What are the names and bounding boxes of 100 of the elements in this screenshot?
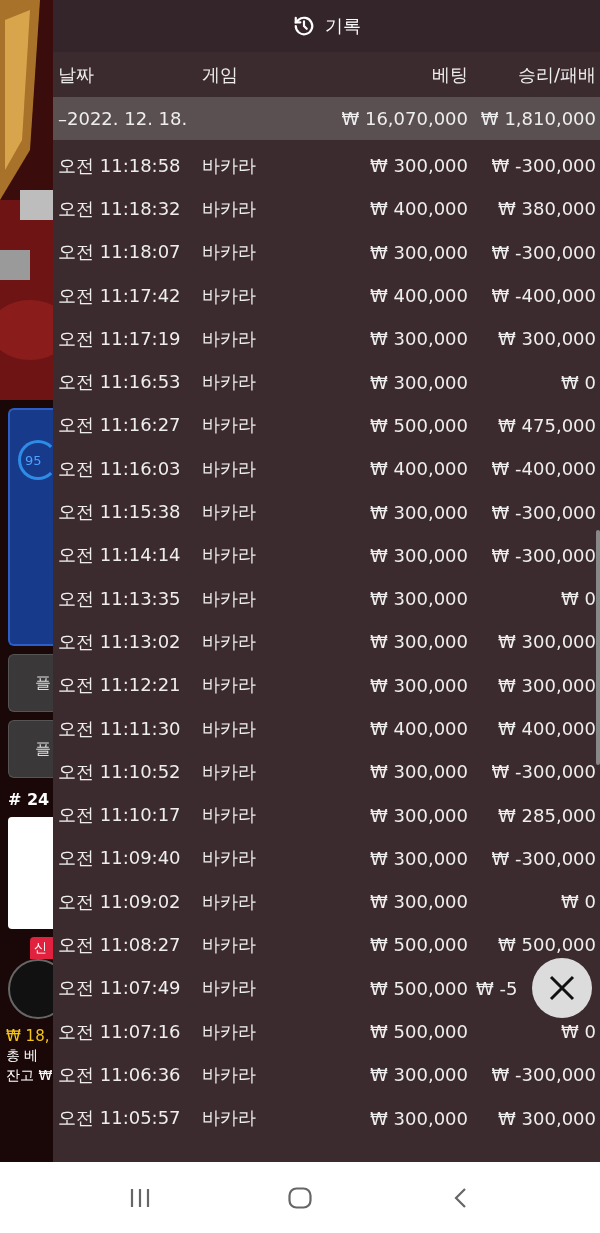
- table-cell-text: ₩ 300,000: [369, 1107, 468, 1129]
- table-cell-text: 오전 11:07:16: [58, 1019, 182, 1044]
- panel-title: 기록: [324, 14, 361, 38]
- table-cell-text: 오전 11:17:42: [58, 283, 182, 308]
- table-cell: ₩ -5: [476, 977, 518, 999]
- table-cell-text: ₩ 300,000: [497, 631, 596, 653]
- table-cell-text: 바카라: [202, 933, 257, 957]
- table-cell-text: 오전 11:09:02: [58, 889, 182, 914]
- scrollbar[interactable]: [596, 530, 600, 765]
- table-cell-text: 바카라: [202, 759, 257, 784]
- table-cell-text: 바카라: [202, 500, 257, 524]
- table-cell-text: 바카라: [202, 283, 257, 308]
- table-cell-text: 오전 11:18:32: [58, 196, 182, 221]
- table-cell-text: 바카라: [202, 240, 257, 265]
- table-cell-text: ₩ -300,000: [490, 847, 596, 869]
- new-badge: 신: [30, 937, 53, 959]
- chip-button[interactable]: [8, 959, 53, 1019]
- table-cell-text: ₩ 16,070,000: [340, 108, 468, 129]
- table-cell-text: 오전 11:10:17: [58, 803, 182, 828]
- table-cell-text: ₩ -300,000: [490, 544, 596, 566]
- table-cell-text: ₩ -300,000: [490, 241, 596, 263]
- table-cell-text: ₩ -400,000: [490, 458, 596, 480]
- table-cell-text: 바카라: [202, 846, 257, 871]
- table-cell-text: ₩ 400,000: [369, 198, 468, 220]
- history-icon: [292, 15, 315, 37]
- table-cell-text: ₩ -300,000: [490, 501, 596, 523]
- table-cell-text: 바카라: [202, 976, 257, 1001]
- table-cell-text: ₩ -300,000: [490, 1064, 596, 1086]
- table-cell-text: 오전 11:08:27: [58, 933, 182, 957]
- table-cell-text: ₩ 1,810,000: [479, 108, 596, 129]
- table-cell-text: ₩ 500,000: [369, 1021, 468, 1043]
- table-cell-text: ₩ 0: [560, 891, 596, 913]
- table-cell-text: ₩ 0: [560, 588, 596, 610]
- table-cell-text: 바카라: [202, 456, 257, 481]
- table-cell-text: 오전 11:07:49: [58, 976, 182, 1001]
- table-cell-text: ₩ 400,000: [369, 458, 468, 480]
- table-cell-text: 바카라: [202, 153, 257, 178]
- play-button[interactable]: 플: [8, 720, 53, 778]
- table-cell-text: ₩ 300,000: [369, 371, 468, 393]
- close-button[interactable]: [532, 958, 592, 1018]
- table-cell-text: ₩ -300,000: [490, 761, 596, 783]
- table-cell-text: 오전 11:18:58: [58, 153, 182, 178]
- table-cell-text: 오전 11:16:27: [58, 413, 182, 438]
- table-cell-text: 바카라: [202, 413, 257, 438]
- table-cell-text: 바카라: [202, 326, 257, 351]
- table-cell-text: ₩ 300,000: [369, 804, 468, 826]
- table-cell-text: 바카라: [202, 629, 257, 654]
- close-icon: [549, 975, 575, 1001]
- table-cell-text: ₩ 300,000: [497, 328, 596, 350]
- table-cell-text: ₩ 380,000: [497, 198, 596, 220]
- table-cell-text: ₩ 500,000: [369, 414, 468, 436]
- table-cell-text: ₩ 300,000: [369, 674, 468, 696]
- table-cell-text: 오전 11:14:14: [58, 543, 182, 568]
- table-cell-text: ₩ 300,000: [369, 328, 468, 350]
- table-cell-text: ₩ 300,000: [369, 847, 468, 869]
- table-cell-text: ₩ 300,000: [369, 241, 468, 263]
- table-cell-text: 바카라: [202, 889, 257, 914]
- column-header: 게임: [202, 62, 239, 87]
- table-cell-text: ₩ 500,000: [497, 934, 596, 956]
- table-cell-text: 바카라: [202, 586, 257, 611]
- table-cell-text: ₩ 500,000: [369, 934, 468, 956]
- play-button[interactable]: 플: [8, 654, 53, 712]
- table-cell-text: ₩ 300,000: [497, 674, 596, 696]
- table-cell-text: ₩ 300,000: [369, 761, 468, 783]
- table-cell-text: 바카라: [202, 803, 257, 828]
- table-cell-text: 오전 11:16:03: [58, 456, 182, 481]
- table-cell-text: ₩ 300,000: [369, 501, 468, 523]
- column-header: 날짜: [58, 62, 95, 87]
- balance-label: 잔고 ₩: [5, 1067, 53, 1085]
- table-cell-text: ₩ 400,000: [369, 285, 468, 307]
- table-cell-text: ₩ 300,000: [369, 544, 468, 566]
- table-cell-text: ₩ 475,000: [497, 414, 596, 436]
- table-cell-text: 오전 11:16:53: [58, 370, 182, 395]
- column-header: 승리/패배: [516, 62, 596, 87]
- table-cell-text: 바카라: [202, 196, 257, 221]
- table-cell-text: ₩ 300,000: [369, 891, 468, 913]
- table-cell-text: ₩ 285,000: [497, 804, 596, 826]
- table-cell-text: 오전 11:11:30: [58, 716, 182, 741]
- table-cell-text: 바카라: [202, 1019, 257, 1044]
- table-cell-text: ₩ 300,000: [369, 631, 468, 653]
- total-bet-label: 총 베: [5, 1047, 40, 1065]
- table-cell-text: 바카라: [202, 673, 257, 698]
- table-cell-text: ₩ 0: [560, 1021, 596, 1043]
- table-cell-text: 바카라: [202, 1062, 257, 1087]
- table-cell-text: ₩ 300,000: [497, 1107, 596, 1129]
- table-cell-text: 바카라: [202, 543, 257, 568]
- table-cell-text: 오전 11:12:21: [58, 673, 182, 698]
- table-cell-text: 오전 11:09:40: [58, 846, 182, 871]
- table-cell-text: 오전 11:10:52: [58, 759, 182, 784]
- date-group[interactable]: –2022. 12. 18.: [58, 108, 202, 129]
- table-cell-text: 오전 11:18:07: [58, 240, 182, 265]
- table-cell-text: 바카라: [202, 1106, 257, 1131]
- table-cell-text: 오전 11:13:02: [58, 629, 182, 654]
- table-cell-text: ₩ -400,000: [490, 285, 596, 307]
- home-icon: [288, 1186, 312, 1209]
- table-cell-text: 오전 11:15:38: [58, 500, 182, 524]
- table-cell-text: ₩ 300,000: [369, 588, 468, 610]
- table-cell-text: 오전 11:05:57: [58, 1106, 182, 1131]
- table-cell-text: 바카라: [202, 716, 257, 741]
- table-cell-text: ₩ 0: [560, 371, 596, 393]
